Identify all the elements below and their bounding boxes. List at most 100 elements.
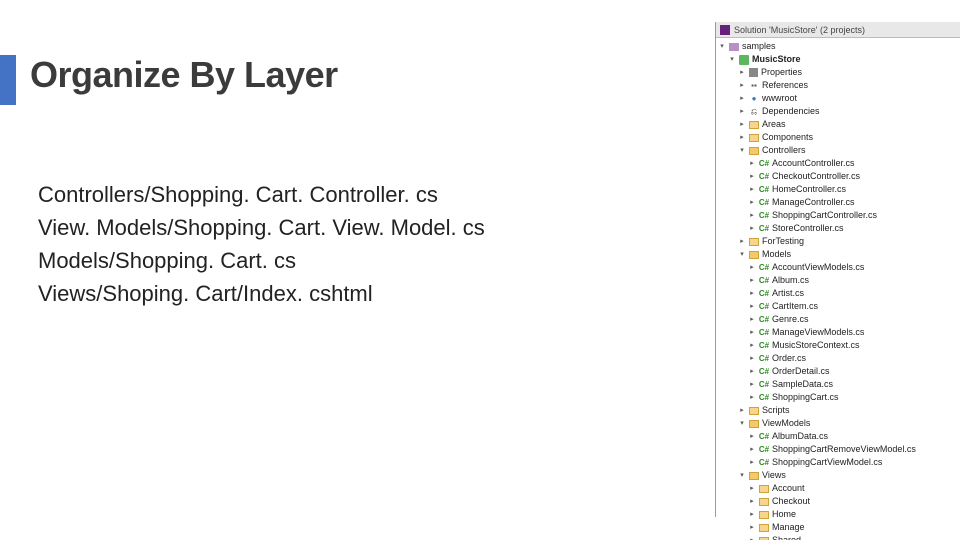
expand-icon[interactable]: ▸ <box>748 508 756 521</box>
expand-icon[interactable]: ▾ <box>738 417 746 430</box>
expand-icon[interactable]: ▸ <box>748 300 756 313</box>
expand-icon[interactable]: ▸ <box>748 274 756 287</box>
tree-node-file[interactable]: ▸C#HomeController.cs <box>716 183 960 196</box>
tree-node-file[interactable]: ▸C#CartItem.cs <box>716 300 960 313</box>
tree-label: Checkout <box>772 495 810 508</box>
expand-icon[interactable]: ▸ <box>748 495 756 508</box>
tree-node-file[interactable]: ▸C#AccountViewModels.cs <box>716 261 960 274</box>
tree-node-project[interactable]: ▾ MusicStore <box>716 53 960 66</box>
expand-icon[interactable]: ▸ <box>738 105 746 118</box>
solution-explorer-header: Solution 'MusicStore' (2 projects) <box>716 22 960 38</box>
csharp-file-icon: C# <box>759 172 769 182</box>
tree-node-file[interactable]: ▸C#AlbumData.cs <box>716 430 960 443</box>
tree-node-file[interactable]: ▸C#ManageController.cs <box>716 196 960 209</box>
expand-icon[interactable]: ▸ <box>748 456 756 469</box>
expand-icon[interactable]: ▸ <box>748 183 756 196</box>
expand-icon[interactable]: ▸ <box>738 79 746 92</box>
csharp-file-icon: C# <box>759 445 769 455</box>
tree-node-file[interactable]: ▸C#OrderDetail.cs <box>716 365 960 378</box>
tree-label: StoreController.cs <box>772 222 844 235</box>
tree-node-file[interactable]: ▸C#CheckoutController.cs <box>716 170 960 183</box>
tree-node-file[interactable]: ▸C#AccountController.cs <box>716 157 960 170</box>
tree-node-file[interactable]: ▸C#ShoppingCartRemoveViewModel.cs <box>716 443 960 456</box>
expand-icon[interactable]: ▸ <box>748 287 756 300</box>
expand-icon[interactable]: ▸ <box>748 222 756 235</box>
tree-node-models[interactable]: ▾Models <box>716 248 960 261</box>
expand-icon[interactable]: ▸ <box>738 66 746 79</box>
tree-label: ShoppingCartController.cs <box>772 209 877 222</box>
csharp-file-icon: C# <box>759 458 769 468</box>
expand-icon[interactable]: ▸ <box>748 326 756 339</box>
expand-icon[interactable]: ▾ <box>738 144 746 157</box>
expand-icon[interactable]: ▾ <box>738 469 746 482</box>
csharp-file-icon: C# <box>759 276 769 286</box>
tree-node-file[interactable]: ▸C#Album.cs <box>716 274 960 287</box>
folder-icon <box>749 407 759 415</box>
tree-node-file[interactable]: ▸C#ManageViewModels.cs <box>716 326 960 339</box>
tree-node[interactable]: ▸Account <box>716 482 960 495</box>
tree-node-file[interactable]: ▸C#ShoppingCartViewModel.cs <box>716 456 960 469</box>
tree-node-file[interactable]: ▸C#SampleData.cs <box>716 378 960 391</box>
tree-node-solution-folder[interactable]: ▾ samples <box>716 40 960 53</box>
expand-icon[interactable]: ▸ <box>748 157 756 170</box>
tree-node[interactable]: ▸●wwwroot <box>716 92 960 105</box>
tree-node[interactable]: ▸Manage <box>716 521 960 534</box>
csharp-file-icon: C# <box>759 393 769 403</box>
tree-node[interactable]: ▸ForTesting <box>716 235 960 248</box>
expand-icon[interactable]: ▸ <box>748 209 756 222</box>
tree-node-viewmodels[interactable]: ▾ViewModels <box>716 417 960 430</box>
tree-node[interactable]: ▸Properties <box>716 66 960 79</box>
expand-icon[interactable]: ▸ <box>738 92 746 105</box>
slide-body: Controllers/Shopping. Cart. Controller. … <box>38 178 485 310</box>
csharp-file-icon: C# <box>759 211 769 221</box>
expand-icon[interactable]: ▸ <box>748 352 756 365</box>
expand-icon[interactable]: ▸ <box>748 521 756 534</box>
expand-icon[interactable]: ▸ <box>748 378 756 391</box>
expand-icon[interactable]: ▸ <box>738 131 746 144</box>
tree-node[interactable]: ▸ Checkout <box>716 495 960 508</box>
expand-icon[interactable]: ▸ <box>748 170 756 183</box>
tree-node-file[interactable]: ▸C#StoreController.cs <box>716 222 960 235</box>
expand-icon[interactable]: ▸ <box>748 443 756 456</box>
tree-label: Areas <box>762 118 786 131</box>
expand-icon[interactable]: ▸ <box>748 196 756 209</box>
tree-node-file[interactable]: ▸C#ShoppingCart.cs <box>716 391 960 404</box>
expand-icon[interactable]: ▸ <box>748 339 756 352</box>
expand-icon[interactable]: ▸ <box>748 313 756 326</box>
expand-icon[interactable]: ▸ <box>748 391 756 404</box>
tree-node[interactable]: ▸Components <box>716 131 960 144</box>
csharp-file-icon: C# <box>759 341 769 351</box>
tree-node-controllers[interactable]: ▾Controllers <box>716 144 960 157</box>
tree-node[interactable]: ▸Scripts <box>716 404 960 417</box>
tree-node[interactable]: ▸ Areas <box>716 118 960 131</box>
vs-icon <box>720 25 730 35</box>
tree-label: ManageViewModels.cs <box>772 326 864 339</box>
expand-icon[interactable]: ▸ <box>748 482 756 495</box>
csharp-file-icon: C# <box>759 328 769 338</box>
expand-icon[interactable]: ▾ <box>728 53 736 66</box>
expand-icon[interactable]: ▸ <box>748 261 756 274</box>
csharp-file-icon: C# <box>759 380 769 390</box>
tree-node[interactable]: ▸▪▪References <box>716 79 960 92</box>
csharp-file-icon: C# <box>759 185 769 195</box>
solution-tree[interactable]: ▾ samples ▾ MusicStore ▸Properties ▸▪▪Re… <box>716 38 960 540</box>
expand-icon[interactable]: ▸ <box>748 365 756 378</box>
expand-icon[interactable]: ▸ <box>738 404 746 417</box>
tree-node-file[interactable]: ▸C#Genre.cs <box>716 313 960 326</box>
tree-label: ShoppingCartRemoveViewModel.cs <box>772 443 916 456</box>
wrench-icon <box>749 68 758 77</box>
tree-node[interactable]: ▸⎌Dependencies <box>716 105 960 118</box>
tree-node[interactable]: ▸Home <box>716 508 960 521</box>
expand-icon[interactable]: ▾ <box>738 248 746 261</box>
tree-node-file[interactable]: ▸C#Artist.cs <box>716 287 960 300</box>
tree-node[interactable]: ▸Shared <box>716 534 960 540</box>
expand-icon[interactable]: ▾ <box>718 40 726 53</box>
expand-icon[interactable]: ▸ <box>748 534 756 540</box>
expand-icon[interactable]: ▸ <box>738 118 746 131</box>
expand-icon[interactable]: ▸ <box>748 430 756 443</box>
tree-node-file[interactable]: ▸C#MusicStoreContext.cs <box>716 339 960 352</box>
tree-node-file[interactable]: ▸C#ShoppingCartController.cs <box>716 209 960 222</box>
tree-node-views[interactable]: ▾Views <box>716 469 960 482</box>
tree-node-file[interactable]: ▸C#Order.cs <box>716 352 960 365</box>
expand-icon[interactable]: ▸ <box>738 235 746 248</box>
